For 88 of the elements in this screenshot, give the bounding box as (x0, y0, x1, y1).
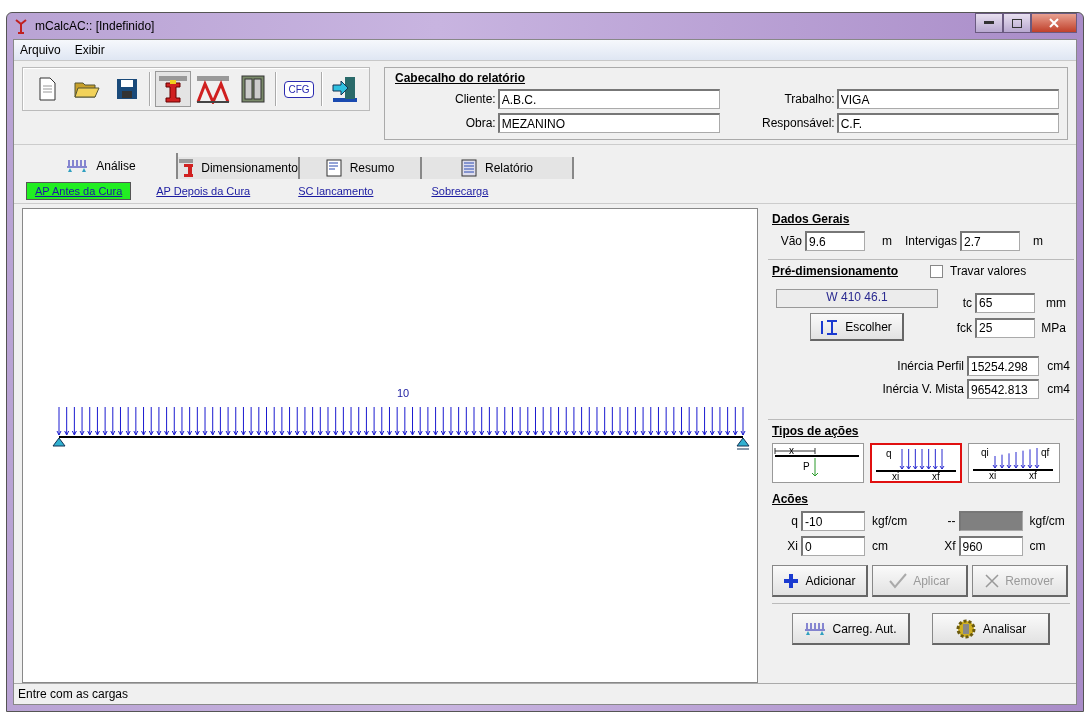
checkbox-label: Travar valores (950, 264, 1027, 278)
status-bar: Entre com as cargas (14, 683, 1076, 704)
text-field[interactable]: 0 (801, 536, 865, 556)
choose-button[interactable]: Escolher (810, 313, 904, 341)
unit-label: kgf/cm (871, 514, 909, 528)
text-field[interactable]: 9.6 (805, 231, 865, 251)
loads-icon (804, 621, 827, 636)
tab[interactable]: Resumo (300, 157, 422, 179)
sub-tab[interactable]: AP Antes da Cura (26, 182, 132, 200)
unit-label: m (1032, 234, 1043, 248)
text-field[interactable]: MEZANINO (497, 113, 720, 133)
unit-label: kgf/cm (1028, 514, 1066, 528)
document-icon (325, 159, 342, 177)
sub-tab[interactable]: SC lancamento (289, 182, 383, 200)
steel-beam-icon[interactable] (158, 74, 188, 104)
truss-beam-icon[interactable] (196, 74, 230, 104)
unit-label: mm (1045, 295, 1066, 310)
close-icon (985, 573, 1000, 588)
new-file-icon[interactable] (37, 77, 57, 101)
panel-icon[interactable] (241, 75, 265, 103)
field-label: Cliente: (454, 92, 496, 106)
field-label: q (790, 514, 798, 528)
load-type-option[interactable]: q xi xf (870, 443, 962, 483)
steel-beam-icon (178, 158, 194, 178)
exit-door-icon[interactable] (331, 75, 359, 103)
field-label: Obra: (464, 116, 496, 130)
beam-section-icon (821, 318, 840, 335)
app-icon (13, 18, 29, 34)
action-button[interactable]: Analisar (932, 613, 1050, 645)
field-label: fck (955, 320, 972, 335)
minimize-button[interactable] (975, 13, 1003, 33)
text-field[interactable]: -10 (801, 511, 865, 531)
action-button[interactable]: Adicionar (772, 565, 868, 597)
profile-name: W 410 46.1 (776, 289, 938, 308)
text-field[interactable]: 15254.298 (967, 356, 1039, 376)
folder-icon[interactable] (74, 79, 100, 99)
checkbox[interactable] (930, 264, 944, 278)
unit-label: cm (871, 539, 889, 553)
action-button[interactable]: Carreg. Aut. (792, 613, 910, 645)
field-label: Intervigas (903, 234, 957, 248)
maximize-button[interactable] (1003, 13, 1031, 33)
section-title: Pré-dimensionamento (772, 264, 899, 278)
section-title: Cabecalho do relatório (395, 71, 527, 85)
text-field[interactable]: 960 (958, 536, 1023, 556)
loads-icon (66, 159, 89, 173)
tab[interactable]: Dimensionamento (178, 157, 300, 179)
tab[interactable]: Relatório (422, 157, 574, 179)
maximize-icon (1012, 18, 1022, 28)
menu-item[interactable]: Exibir (74, 43, 105, 57)
section-title: Tipos de ações (772, 424, 860, 438)
field-label: tc (961, 295, 972, 310)
field-label: Inércia V. Mista (882, 382, 964, 396)
close-button[interactable] (1031, 13, 1077, 33)
field-label: Responsável: (761, 116, 835, 130)
unit-label: cm (1028, 539, 1047, 553)
gear-icon (954, 618, 977, 639)
unit-label: cm4 (1046, 359, 1070, 373)
pin-support-icon (52, 437, 66, 447)
load-value-label: 10 (397, 387, 410, 399)
section-title: Acões (772, 492, 810, 506)
check-icon (889, 572, 908, 589)
unit-label: m (881, 234, 892, 248)
sub-tab[interactable]: AP Depois da Cura (147, 182, 260, 200)
unit-label: MPa (1040, 320, 1066, 335)
close-icon (1049, 18, 1059, 28)
field-label: Vão (779, 234, 802, 248)
text-field[interactable]: A.B.C. (497, 89, 720, 109)
text-field[interactable]: 65 (975, 292, 1035, 313)
field-label: Xi (786, 539, 798, 553)
section-title: Dados Gerais (772, 212, 851, 226)
roller-support-icon (736, 437, 750, 450)
plus-icon (783, 572, 800, 589)
field-label: Inércia Perfil (897, 359, 964, 373)
window-title: mCalcAC:: [Indefinido] (35, 19, 155, 33)
field-label: Trabalho: (783, 92, 835, 106)
text-field[interactable]: C.F. (836, 113, 1059, 133)
text-field[interactable]: VIGA (836, 89, 1059, 109)
unit-label: cm4 (1046, 382, 1070, 396)
text-field[interactable]: 2.7 (960, 231, 1020, 251)
field-label: Xf (943, 539, 956, 553)
minimize-icon (984, 21, 994, 25)
text-field[interactable]: 96542.813 (967, 379, 1039, 399)
cfg-icon[interactable]: CFG (284, 80, 314, 98)
menu-item[interactable]: Arquivo (20, 43, 61, 57)
field-label: -- (946, 514, 956, 528)
report-icon (461, 159, 477, 177)
sub-tab[interactable]: Sobrecarga (422, 182, 498, 200)
text-field[interactable]: 25 (975, 317, 1035, 338)
